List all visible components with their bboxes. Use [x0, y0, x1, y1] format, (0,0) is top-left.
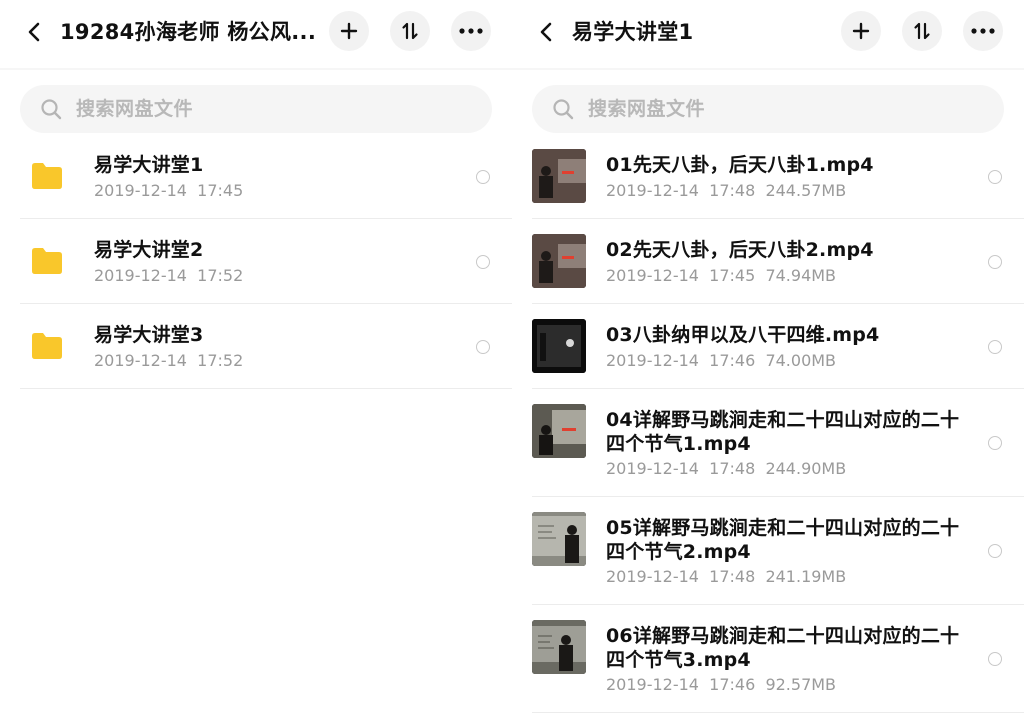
folder-row[interactable]: 易学大讲堂1 2019-12-14 17:45	[20, 134, 512, 219]
video-thumbnail	[532, 319, 586, 373]
search-icon	[41, 99, 62, 120]
search-icon	[553, 99, 574, 120]
sort-icon	[914, 22, 930, 40]
video-row[interactable]: 01先天八卦，后天八卦1.mp4 2019-12-14 17:48 244.57…	[532, 134, 1024, 219]
left-panel: 19284孙海老师 杨公风... 搜索网盘文件 易学大讲堂1 2019-12-1…	[0, 0, 512, 713]
chevron-left-icon	[28, 22, 40, 42]
folder-icon	[32, 163, 62, 189]
search-placeholder: 搜索网盘文件	[76, 98, 194, 120]
video-thumbnail	[532, 512, 586, 566]
folder-date: 2019-12-14 17:45	[94, 181, 244, 200]
folder-icon	[32, 333, 62, 359]
plus-icon	[852, 22, 870, 40]
header-divider	[0, 68, 512, 70]
folder-date: 2019-12-14 17:52	[94, 351, 244, 370]
file-meta: 2019-12-14 17:48 241.19MB	[606, 567, 847, 586]
more-button[interactable]	[451, 11, 491, 51]
video-thumbnail	[532, 404, 586, 458]
search-bar[interactable]: 搜索网盘文件	[20, 85, 492, 133]
header-divider	[512, 68, 1024, 70]
sort-button[interactable]	[902, 11, 942, 51]
radio-circle-icon[interactable]	[476, 170, 490, 184]
page-title: 19284孙海老师 杨公风...	[60, 20, 317, 44]
add-button[interactable]	[841, 11, 881, 51]
file-meta: 2019-12-14 17:46 92.57MB	[606, 675, 837, 694]
video-thumbnail	[532, 149, 586, 203]
page-title: 易学大讲堂1	[572, 20, 694, 44]
video-row[interactable]: 06详解野马跳涧走和二十四山对应的二十 四个节气3.mp4 2019-12-14…	[532, 605, 1024, 713]
file-meta: 2019-12-14 17:48 244.57MB	[606, 181, 847, 200]
radio-circle-icon[interactable]	[988, 436, 1002, 450]
sort-button[interactable]	[390, 11, 430, 51]
folder-name: 易学大讲堂1	[94, 154, 204, 176]
folder-row[interactable]: 易学大讲堂2 2019-12-14 17:52	[20, 219, 512, 304]
folder-name: 易学大讲堂2	[94, 239, 204, 261]
radio-circle-icon[interactable]	[476, 340, 490, 354]
file-meta: 2019-12-14 17:48 244.90MB	[606, 459, 847, 478]
more-button[interactable]	[963, 11, 1003, 51]
radio-circle-icon[interactable]	[988, 255, 1002, 269]
more-icon	[971, 28, 995, 34]
file-name: 01先天八卦，后天八卦1.mp4	[606, 154, 874, 176]
video-thumbnail	[532, 620, 586, 674]
file-meta: 2019-12-14 17:45 74.94MB	[606, 266, 837, 285]
folder-row[interactable]: 易学大讲堂3 2019-12-14 17:52	[20, 304, 512, 389]
folder-icon	[32, 248, 62, 274]
header: 19284孙海老师 杨公风...	[0, 0, 512, 64]
file-name-line-1: 06详解野马跳涧走和二十四山对应的二十	[606, 625, 960, 647]
more-icon	[459, 28, 483, 34]
search-bar[interactable]: 搜索网盘文件	[532, 85, 1004, 133]
video-row[interactable]: 05详解野马跳涧走和二十四山对应的二十 四个节气2.mp4 2019-12-14…	[532, 497, 1024, 605]
plus-icon	[340, 22, 358, 40]
video-row[interactable]: 02先天八卦，后天八卦2.mp4 2019-12-14 17:45 74.94M…	[532, 219, 1024, 304]
radio-circle-icon[interactable]	[476, 255, 490, 269]
file-name-line-2: 四个节气2.mp4	[606, 541, 751, 563]
header: 易学大讲堂1	[512, 0, 1024, 64]
file-name-line-1: 05详解野马跳涧走和二十四山对应的二十	[606, 517, 960, 539]
radio-circle-icon[interactable]	[988, 340, 1002, 354]
video-row[interactable]: 03八卦纳甲以及八干四维.mp4 2019-12-14 17:46 74.00M…	[532, 304, 1024, 389]
file-name-line-2: 四个节气1.mp4	[606, 433, 751, 455]
back-button[interactable]	[14, 12, 54, 52]
file-name-line-2: 四个节气3.mp4	[606, 649, 751, 671]
video-row[interactable]: 04详解野马跳涧走和二十四山对应的二十 四个节气1.mp4 2019-12-14…	[532, 389, 1024, 497]
add-button[interactable]	[329, 11, 369, 51]
sort-icon	[402, 22, 418, 40]
back-button[interactable]	[526, 12, 566, 52]
right-panel: 易学大讲堂1 搜索网盘文件 01先天八卦，后天八卦1.mp4 2019-12-1…	[512, 0, 1024, 713]
radio-circle-icon[interactable]	[988, 544, 1002, 558]
radio-circle-icon[interactable]	[988, 652, 1002, 666]
folder-date: 2019-12-14 17:52	[94, 266, 244, 285]
file-name: 02先天八卦，后天八卦2.mp4	[606, 239, 874, 261]
file-name: 03八卦纳甲以及八干四维.mp4	[606, 324, 880, 346]
file-meta: 2019-12-14 17:46 74.00MB	[606, 351, 837, 370]
folder-name: 易学大讲堂3	[94, 324, 204, 346]
radio-circle-icon[interactable]	[988, 170, 1002, 184]
search-placeholder: 搜索网盘文件	[588, 98, 706, 120]
file-name-line-1: 04详解野马跳涧走和二十四山对应的二十	[606, 409, 960, 431]
video-thumbnail	[532, 234, 586, 288]
chevron-left-icon	[540, 22, 552, 42]
